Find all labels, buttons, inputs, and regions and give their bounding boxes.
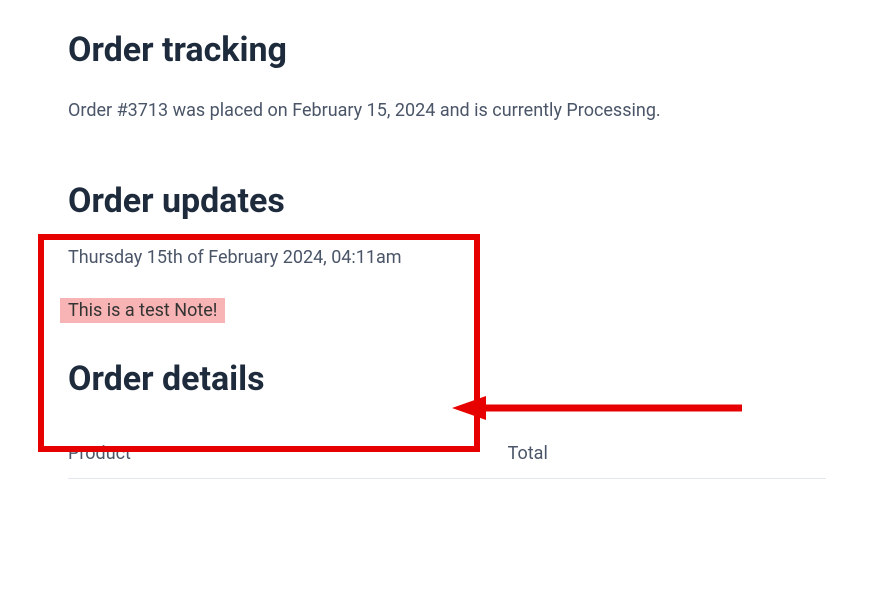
order-updates-section: Order updates Thursday 15th of February …: [68, 181, 826, 323]
column-header-total: Total: [508, 429, 826, 479]
order-details-table: Product Total: [68, 429, 826, 479]
order-note-text: This is a test Note!: [60, 298, 225, 323]
order-status-text: Order #3713 was placed on February 15, 2…: [68, 100, 826, 121]
page-content: Order tracking Order #3713 was placed on…: [0, 0, 886, 479]
page-title: Order tracking: [68, 30, 826, 70]
order-updates-heading: Order updates: [68, 181, 826, 221]
annotation-arrow-icon: [452, 394, 752, 422]
table-header-row: Product Total: [68, 429, 826, 479]
column-header-product: Product: [68, 429, 508, 479]
update-timestamp: Thursday 15th of February 2024, 04:11am: [68, 247, 826, 268]
order-details-heading: Order details: [68, 359, 826, 399]
